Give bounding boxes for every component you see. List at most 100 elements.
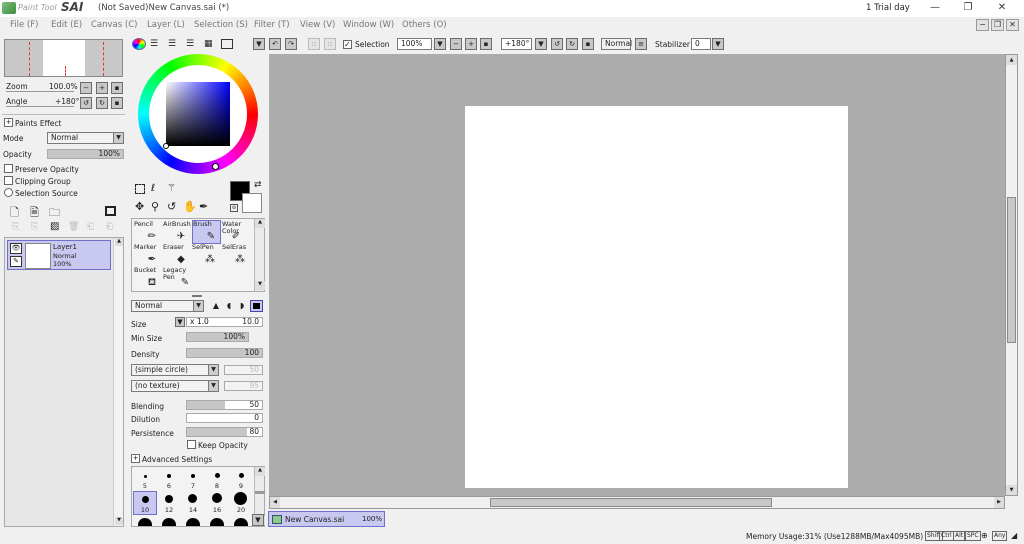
canvas-paper[interactable]: [465, 106, 848, 488]
rect-select-icon[interactable]: [135, 184, 145, 194]
layer-row[interactable]: 👁 ✎ Layer1 Normal 100%: [7, 240, 111, 270]
toolbar-rotate-reset-button[interactable]: ▪: [582, 38, 594, 50]
zoom-reset-button[interactable]: ▪: [111, 82, 123, 94]
scratchpad-tab-icon[interactable]: [221, 39, 233, 49]
close-button[interactable]: ✕: [992, 2, 1012, 14]
layer-mask-icon[interactable]: [105, 206, 116, 216]
toolbar-rotate-cw-button[interactable]: ↻: [566, 38, 578, 50]
advanced-settings-toggle-icon[interactable]: +: [131, 454, 140, 463]
delete-layer-icon[interactable]: 🗑: [68, 222, 79, 232]
blending-slider[interactable]: 50: [186, 400, 263, 410]
menu-view[interactable]: View (V): [300, 20, 335, 30]
undo-button[interactable]: ↶: [269, 38, 281, 50]
zoom-dropdown-button[interactable]: ▼: [434, 38, 446, 50]
size-preset-8[interactable]: 8: [205, 468, 229, 490]
zoom-out-button[interactable]: −: [80, 82, 92, 94]
tool-pencil[interactable]: Pencil ✏: [134, 221, 163, 245]
vertical-scroll-thumb[interactable]: [1007, 197, 1016, 343]
menu-window[interactable]: Window (W): [343, 20, 394, 30]
size-preset-20[interactable]: 20: [229, 491, 253, 515]
deselect-button[interactable]: ▫: [308, 38, 320, 50]
tool-watercolor[interactable]: Water Color ✐: [222, 221, 246, 245]
shape-round-icon[interactable]: ◖: [223, 301, 235, 311]
menu-selection[interactable]: Selection (S): [194, 20, 248, 30]
maximize-button[interactable]: ❐: [958, 2, 978, 14]
texture-strength-slider[interactable]: 95: [224, 381, 263, 391]
selection-visible-checkbox[interactable]: ✓: [343, 40, 352, 49]
rotate-cw-button[interactable]: ↻: [96, 97, 108, 109]
menu-file[interactable]: File (F): [10, 20, 38, 30]
tool-eraser[interactable]: Eraser ◆: [163, 244, 192, 268]
resize-grip-icon[interactable]: ◢: [1011, 531, 1017, 540]
redo-button[interactable]: ↷: [285, 38, 297, 50]
mdi-restore-button[interactable]: ❐: [991, 19, 1004, 31]
zoom-icon[interactable]: ⚲: [151, 200, 159, 213]
size-preset-12[interactable]: 12: [157, 491, 181, 515]
minimize-button[interactable]: —: [925, 2, 945, 14]
eyedropper-icon[interactable]: ✒: [199, 200, 208, 213]
rotate-icon[interactable]: ↺: [167, 200, 176, 213]
toolbar-menu-button[interactable]: ▼: [253, 38, 265, 50]
merge-all-icon[interactable]: ⎗: [87, 222, 94, 232]
clear-layer-icon[interactable]: ▨: [50, 221, 59, 232]
new-layer-icon[interactable]: 🗋: [10, 204, 19, 223]
tool-grid-resize-handle[interactable]: [192, 295, 202, 297]
hsv-slider-tab-icon[interactable]: ☰: [168, 39, 176, 49]
size-slider[interactable]: x 1.0 10.0: [186, 317, 263, 327]
lasso-icon[interactable]: ℓ: [151, 183, 155, 194]
magic-wand-icon[interactable]: ⚚: [167, 183, 176, 194]
menu-layer[interactable]: Layer (L): [147, 20, 185, 30]
toolbar-zoom-reset-button[interactable]: ▪: [480, 38, 492, 50]
tool-marker[interactable]: Marker ✒: [134, 244, 163, 268]
rotate-reset-button[interactable]: ▪: [111, 97, 123, 109]
size-multiplier-button[interactable]: ▼: [175, 317, 185, 327]
shape-square-icon[interactable]: [250, 300, 263, 312]
size-preset-16[interactable]: 16: [205, 491, 229, 515]
zoom-in-button[interactable]: +: [96, 82, 108, 94]
view-mode-field[interactable]: Normal: [601, 38, 632, 50]
layer-setting-icon[interactable]: ⎗: [106, 222, 113, 232]
move-icon[interactable]: ✥: [135, 200, 144, 213]
density-slider[interactable]: 100: [186, 348, 263, 358]
color-sv-square[interactable]: [166, 82, 230, 146]
color-bar-tab-icon[interactable]: ☰: [186, 39, 194, 49]
tool-selpen[interactable]: SelPen ⁂: [192, 244, 221, 268]
horizontal-scrollbar[interactable]: ◀ ▶: [269, 496, 1005, 509]
tool-airbrush[interactable]: AirBrush ✈: [163, 221, 192, 245]
persistence-slider[interactable]: 80: [186, 427, 263, 437]
view-mode-button[interactable]: ≡: [635, 38, 647, 50]
paints-effect-toggle-icon[interactable]: +: [4, 118, 13, 127]
mdi-minimize-button[interactable]: −: [976, 19, 989, 31]
preserve-opacity-checkbox[interactable]: [4, 164, 13, 173]
merge-down-icon[interactable]: ⎘: [31, 222, 38, 232]
visibility-eye-icon[interactable]: 👁: [10, 243, 22, 254]
angle-slider[interactable]: [6, 106, 74, 109]
zoom-slider[interactable]: [6, 91, 74, 94]
rgb-slider-tab-icon[interactable]: ☰: [150, 39, 158, 49]
size-preset-7[interactable]: 7: [181, 468, 205, 490]
canvas-tabs-menu-button[interactable]: ▼: [252, 514, 264, 526]
secondary-color-swatch[interactable]: [242, 193, 262, 213]
color-wheel[interactable]: [138, 54, 258, 174]
menu-edit[interactable]: Edit (E): [51, 20, 82, 30]
tool-grid-scrollbar[interactable]: ▲ ▼: [254, 219, 265, 291]
shape-strength-slider[interactable]: 50: [224, 365, 263, 375]
size-preset-9[interactable]: 9: [229, 468, 253, 490]
brush-blend-select[interactable]: Normal ▼: [131, 300, 204, 312]
hand-icon[interactable]: ✋: [183, 200, 197, 213]
stabilizer-dropdown-button[interactable]: ▼: [712, 38, 724, 50]
layer-mode-select[interactable]: Normal ▼: [47, 132, 124, 144]
layer-lock-pen-icon[interactable]: ✎: [10, 256, 22, 267]
rotate-ccw-button[interactable]: ↺: [80, 97, 92, 109]
brush-shape-select[interactable]: (simple circle) ▼: [131, 364, 219, 376]
shape-flat-icon[interactable]: ▲: [210, 301, 222, 311]
dilution-slider[interactable]: 0: [186, 413, 263, 423]
tool-seleras[interactable]: SelEras ⁂: [222, 244, 251, 268]
brush-texture-select[interactable]: (no texture) ▼: [131, 380, 219, 392]
swatches-tab-icon[interactable]: ▦: [204, 39, 213, 49]
selection-source-radio[interactable]: [4, 188, 13, 197]
canvas-tab[interactable]: New Canvas.sai 100%: [268, 511, 385, 527]
menu-filter[interactable]: Filter (T): [254, 20, 290, 30]
menu-others[interactable]: Others (O): [402, 20, 447, 30]
size-preset-5[interactable]: 5: [133, 468, 157, 490]
